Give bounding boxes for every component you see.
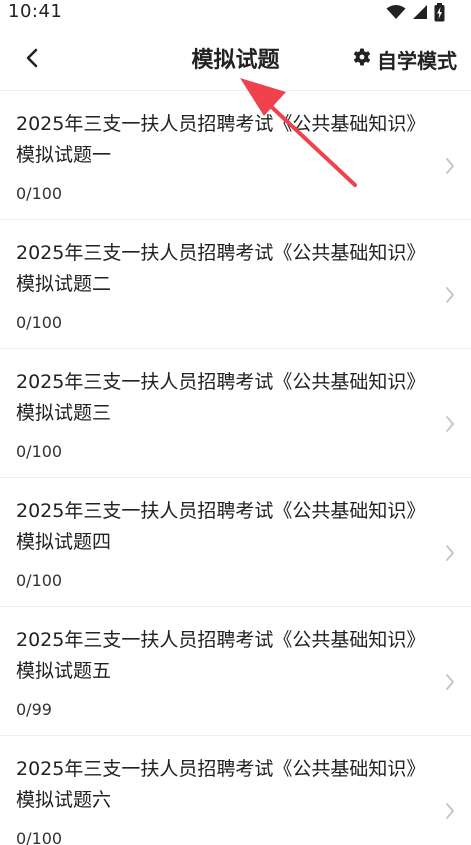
- exam-title: 2025年三支一扶人员招聘考试《公共基础知识》模拟试题四: [16, 500, 416, 553]
- exam-list-item[interactable]: 2025年三支一扶人员招聘考试《公共基础知识》模拟试题四 0/100: [0, 478, 471, 607]
- wifi-icon: [386, 4, 406, 20]
- exam-score: 0/100: [16, 829, 63, 845]
- chevron-right-icon: [443, 800, 457, 822]
- screen: 10:41 模拟试题 自学模式 2025年三支一扶人员招聘考试《公共基础知识》模…: [0, 0, 471, 845]
- exam-title: 2025年三支一扶人员招聘考试《公共基础知识》模拟试题二: [16, 242, 416, 295]
- exam-list-item[interactable]: 2025年三支一扶人员招聘考试《公共基础知识》模拟试题三 0/100: [0, 349, 471, 478]
- status-bar: 10:41: [0, 0, 471, 26]
- chevron-right-icon: [443, 671, 457, 693]
- chevron-right-icon: [443, 284, 457, 306]
- status-icons: [386, 1, 445, 23]
- exam-list-item[interactable]: 2025年三支一扶人员招聘考试《公共基础知识》模拟试题二 0/100: [0, 220, 471, 349]
- exam-list: 2025年三支一扶人员招聘考试《公共基础知识》模拟试题一 0/100 2025年…: [0, 91, 471, 845]
- exam-title: 2025年三支一扶人员招聘考试《公共基础知识》模拟试题六: [16, 758, 416, 811]
- exam-title: 2025年三支一扶人员招聘考试《公共基础知识》模拟试题五: [16, 629, 416, 682]
- battery-charging-icon: [434, 2, 445, 22]
- chevron-right-icon: [443, 155, 457, 177]
- gear-icon: [353, 48, 371, 70]
- self-study-mode-button[interactable]: 自学模式: [353, 44, 457, 74]
- exam-list-item[interactable]: 2025年三支一扶人员招聘考试《公共基础知识》模拟试题五 0/99: [0, 607, 471, 736]
- back-button[interactable]: [14, 42, 50, 78]
- self-study-mode-label: 自学模式: [377, 48, 457, 73]
- exam-title: 2025年三支一扶人员招聘考试《公共基础知识》模拟试题一: [16, 113, 416, 166]
- chevron-right-icon: [443, 413, 457, 435]
- exam-score: 0/100: [16, 184, 63, 203]
- exam-score: 0/100: [16, 571, 63, 590]
- exam-score: 0/100: [16, 442, 63, 461]
- chevron-left-icon: [25, 47, 39, 73]
- app-header: 模拟试题 自学模式: [0, 26, 471, 90]
- exam-score: 0/99: [16, 700, 52, 719]
- status-time: 10:41: [8, 1, 63, 22]
- exam-list-item[interactable]: 2025年三支一扶人员招聘考试《公共基础知识》模拟试题一 0/100: [0, 91, 471, 220]
- exam-score: 0/100: [16, 313, 63, 332]
- exam-title: 2025年三支一扶人员招聘考试《公共基础知识》模拟试题三: [16, 371, 416, 424]
- cell-signal-icon: [412, 4, 428, 20]
- chevron-right-icon: [443, 542, 457, 564]
- exam-list-item[interactable]: 2025年三支一扶人员招聘考试《公共基础知识》模拟试题六 0/100: [0, 736, 471, 845]
